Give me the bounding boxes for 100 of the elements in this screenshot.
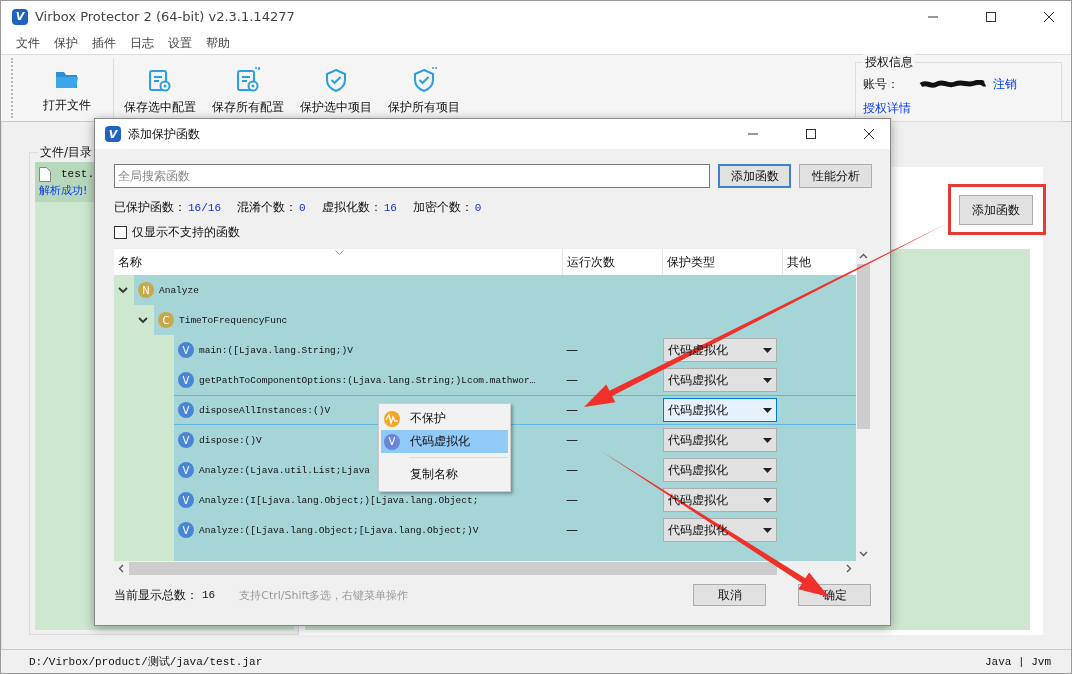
hint-text: 支持Ctrl/Shift多选，右键菜单操作 bbox=[239, 587, 409, 603]
protection-dropdown[interactable]: 代码虚拟化 bbox=[663, 398, 777, 422]
waveform-icon bbox=[384, 410, 400, 427]
type-badge: V bbox=[178, 522, 194, 538]
protection-dropdown[interactable]: 代码虚拟化 bbox=[663, 368, 777, 392]
shield-check-icon bbox=[411, 66, 437, 93]
run-count: — bbox=[565, 373, 579, 387]
parse-status: 解析成功! bbox=[39, 184, 88, 197]
type-badge: N bbox=[138, 282, 154, 298]
group-title: 文件/目录 bbox=[38, 144, 95, 161]
language-mode: Java | Jvm bbox=[985, 655, 1051, 668]
type-badge: V bbox=[384, 433, 400, 450]
app-logo: V bbox=[12, 8, 28, 25]
close-icon[interactable] bbox=[863, 128, 875, 140]
scroll-left-icon[interactable] bbox=[118, 564, 124, 573]
license-details-link[interactable]: 授权详情 bbox=[863, 100, 911, 117]
run-count: — bbox=[565, 493, 579, 507]
stat-label: 混淆个数： bbox=[237, 199, 297, 214]
dialog-title: 添加保护函数 bbox=[128, 125, 200, 143]
shield-check-icon bbox=[323, 66, 349, 93]
menu-item[interactable]: 帮助 bbox=[199, 34, 237, 52]
function-name: TimeToFrequencyFunc bbox=[179, 314, 288, 326]
app-logo: V bbox=[105, 126, 121, 142]
expand-chevron-icon[interactable] bbox=[138, 316, 148, 324]
scroll-right-icon[interactable] bbox=[846, 564, 852, 573]
scroll-down-icon[interactable] bbox=[859, 551, 868, 557]
checkbox[interactable] bbox=[114, 225, 127, 239]
toolbar-button[interactable]: 保护选中项目 bbox=[292, 60, 380, 116]
tree-row[interactable]: V getPathToComponentOptions:(Ljava.lang.String;)Lcom.mathwor… — 代码虚拟化 bbox=[174, 365, 856, 395]
dropdown-caret-icon bbox=[763, 437, 772, 443]
function-name: Analyze:(I[Ljava.lang.Object;)[Ljava.lang.Object; bbox=[199, 494, 479, 506]
stat-label: 已保护函数： bbox=[114, 199, 186, 214]
count-value: 16 bbox=[202, 589, 216, 601]
type-badge: V bbox=[178, 432, 194, 448]
menu-item[interactable]: 保护 bbox=[47, 34, 85, 52]
sort-indicator-icon bbox=[335, 250, 344, 255]
context-menu-item[interactable]: V 代码虚拟化 bbox=[381, 430, 508, 453]
menu-item[interactable]: 日志 bbox=[123, 34, 161, 52]
run-count: — bbox=[565, 523, 579, 537]
type-badge: V bbox=[178, 492, 194, 508]
type-badge: V bbox=[178, 342, 194, 358]
type-badge: V bbox=[178, 372, 194, 388]
function-name: Analyze bbox=[159, 284, 199, 296]
dialog-button[interactable]: 性能分析 bbox=[799, 164, 872, 188]
scroll-up-icon[interactable] bbox=[859, 253, 868, 259]
tree-row[interactable]: C TimeToFrequencyFunc bbox=[154, 305, 856, 335]
logout-link[interactable]: 注销 bbox=[993, 76, 1017, 93]
file-path: D:/Virbox/product/测试/java/test.jar bbox=[29, 655, 263, 669]
type-badge: V bbox=[178, 462, 194, 478]
toolbar-button[interactable]: 保存所有配置 bbox=[204, 60, 292, 116]
run-count: — bbox=[565, 403, 579, 417]
dropdown-caret-icon bbox=[763, 377, 772, 383]
function-name: Analyze:([Ljava.lang.Object;[Ljava.lang.Object;)V bbox=[199, 524, 479, 536]
menu-item[interactable]: 文件 bbox=[9, 34, 47, 52]
document-gear-icon bbox=[235, 66, 261, 93]
close-icon[interactable] bbox=[1043, 10, 1055, 23]
function-name: dispose:()V bbox=[199, 434, 262, 446]
dropdown-caret-icon bbox=[763, 527, 772, 533]
group-title: 授权信息 bbox=[863, 54, 915, 71]
toolbar-button[interactable]: 打开文件 bbox=[23, 62, 111, 114]
function-name: disposeAllInstances:()V bbox=[199, 404, 331, 416]
toolbar-button[interactable]: 保护所有项目 bbox=[380, 60, 468, 116]
file-name[interactable]: test. bbox=[61, 168, 94, 180]
file-icon bbox=[39, 166, 51, 182]
dialog-button[interactable]: 添加函数 bbox=[718, 164, 791, 188]
add-function-button[interactable]: 添加函数 bbox=[959, 195, 1033, 225]
protection-dropdown[interactable]: 代码虚拟化 bbox=[663, 428, 777, 452]
stat-value: 16/16 bbox=[188, 201, 221, 214]
function-name: main:([Ljava.lang.String;)V bbox=[199, 344, 353, 356]
dropdown-caret-icon bbox=[763, 467, 772, 473]
type-badge: V bbox=[178, 402, 194, 418]
function-name: getPathToComponentOptions:(Ljava.lang.String;)Lcom.mathwor… bbox=[199, 374, 536, 386]
run-count: — bbox=[565, 343, 579, 357]
redaction-mark bbox=[919, 79, 987, 90]
window-title: Virbox Protector 2 (64-bit) v2.3.1.14277 bbox=[35, 9, 295, 24]
stat-value: 16 bbox=[383, 201, 397, 214]
function-name: Analyze:(Ljava.util.List;Ljava bbox=[199, 464, 371, 476]
stat-value: 0 bbox=[299, 201, 306, 214]
menu-item[interactable]: 设置 bbox=[161, 34, 199, 52]
protection-dropdown[interactable]: 代码虚拟化 bbox=[663, 458, 777, 482]
menu-item[interactable]: 插件 bbox=[85, 34, 123, 52]
stat-label: 虚拟化数： bbox=[321, 199, 382, 214]
dropdown-caret-icon bbox=[763, 497, 772, 503]
search-field[interactable]: 全局搜索函数 bbox=[114, 164, 710, 188]
maximize-icon[interactable] bbox=[985, 10, 997, 23]
stat-value: 0 bbox=[474, 201, 482, 214]
toolbar-button[interactable]: 保存选中配置 bbox=[116, 60, 204, 116]
expand-chevron-icon[interactable] bbox=[118, 286, 128, 294]
tree-row[interactable]: N Analyze bbox=[134, 275, 856, 305]
maximize-icon[interactable] bbox=[805, 128, 817, 140]
run-count: — bbox=[565, 433, 579, 447]
stat-label: 加密个数： bbox=[412, 199, 473, 214]
checkbox-label[interactable]: 仅显示不支持的函数 bbox=[132, 223, 240, 241]
dialog-action-button[interactable]: 取消 bbox=[693, 584, 766, 606]
dropdown-caret-icon bbox=[763, 347, 772, 353]
account-label: 账号： bbox=[863, 76, 899, 93]
column-header[interactable]: 其他 bbox=[783, 249, 856, 275]
type-badge: C bbox=[158, 312, 174, 328]
count-label: 当前显示总数： bbox=[114, 586, 198, 604]
run-count: — bbox=[565, 463, 579, 477]
